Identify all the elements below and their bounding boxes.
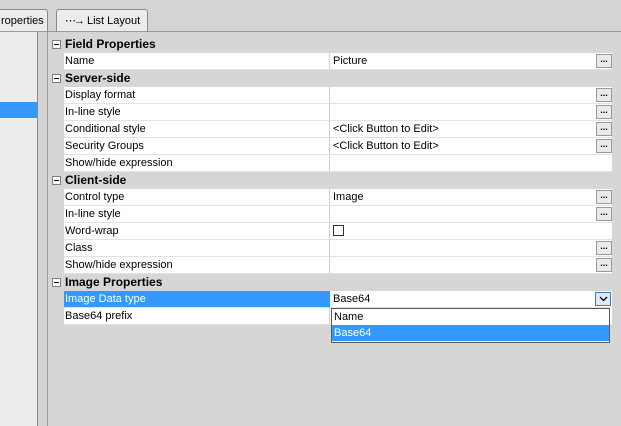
ellipsis-button[interactable]: ... bbox=[596, 258, 612, 272]
chevron-down-icon bbox=[599, 296, 607, 302]
prop-name: Conditional style bbox=[64, 121, 330, 138]
collapse-icon[interactable] bbox=[51, 40, 61, 49]
collapse-icon[interactable] bbox=[51, 74, 61, 83]
prop-row-word-wrap[interactable]: Word-wrap bbox=[48, 223, 612, 240]
category-field-properties[interactable]: Field Properties bbox=[48, 36, 612, 53]
prop-value-showhide[interactable]: ... bbox=[330, 257, 612, 274]
tab-properties-label: roperties bbox=[1, 15, 44, 27]
prop-name: In-line style bbox=[64, 104, 330, 121]
prop-row-control-type[interactable]: Control type Image ... bbox=[48, 189, 612, 206]
prop-name: Class bbox=[64, 240, 330, 257]
image-data-type-dropdown-list[interactable]: Name Base64 bbox=[331, 308, 610, 343]
prop-value-security-groups[interactable]: <Click Button to Edit> ... bbox=[330, 138, 612, 155]
prop-row-class[interactable]: Class ... bbox=[48, 240, 612, 257]
category-label: Server-side bbox=[65, 71, 131, 85]
prop-name: Show/hide expression bbox=[64, 155, 330, 172]
prop-row-inline-style-server[interactable]: In-line style ... bbox=[48, 104, 612, 121]
prop-name: Base64 prefix bbox=[64, 308, 330, 325]
prop-value-showhide[interactable] bbox=[330, 155, 612, 172]
left-tree-selected-item[interactable] bbox=[0, 102, 37, 118]
word-wrap-checkbox[interactable] bbox=[333, 225, 344, 236]
prop-value-display-format[interactable]: ... bbox=[330, 87, 612, 104]
ellipsis-button[interactable]: ... bbox=[596, 207, 612, 221]
ellipsis-button[interactable]: ... bbox=[596, 190, 612, 204]
tab-strip-divider bbox=[0, 31, 621, 32]
prop-name: Image Data type bbox=[64, 291, 330, 308]
category-server-side[interactable]: Server-side bbox=[48, 70, 612, 87]
prop-name: Name bbox=[64, 53, 330, 70]
prop-value-class[interactable]: ... bbox=[330, 240, 612, 257]
image-data-type-select[interactable]: Base64 bbox=[330, 291, 612, 308]
tab-strip: roperties ⋯→ List Layout bbox=[0, 0, 621, 34]
tab-properties[interactable]: roperties bbox=[0, 9, 48, 31]
tab-list-layout-label: List Layout bbox=[87, 15, 141, 27]
prop-name: Security Groups bbox=[64, 138, 330, 155]
prop-name: Display format bbox=[64, 87, 330, 104]
property-grid: Field Properties Name Picture ... Server… bbox=[48, 36, 612, 325]
prop-name: In-line style bbox=[64, 206, 330, 223]
prop-value-text: Image bbox=[333, 191, 364, 203]
prop-value-name[interactable]: Picture ... bbox=[330, 53, 612, 70]
prop-row-security-groups[interactable]: Security Groups <Click Button to Edit> .… bbox=[48, 138, 612, 155]
ellipsis-button[interactable]: ... bbox=[596, 88, 612, 102]
prop-row-showhide-client[interactable]: Show/hide expression ... bbox=[48, 257, 612, 274]
prop-value-text: <Click Button to Edit> bbox=[333, 123, 439, 135]
prop-row-image-data-type[interactable]: Image Data type Base64 bbox=[48, 291, 612, 308]
category-label: Field Properties bbox=[65, 37, 156, 51]
prop-name: Control type bbox=[64, 189, 330, 206]
prop-value-word-wrap[interactable] bbox=[330, 223, 612, 240]
pane-splitter[interactable] bbox=[38, 32, 48, 426]
ellipsis-button[interactable]: ... bbox=[596, 122, 612, 136]
prop-row-display-format[interactable]: Display format ... bbox=[48, 87, 612, 104]
right-border bbox=[612, 32, 621, 426]
prop-name: Show/hide expression bbox=[64, 257, 330, 274]
prop-value-inline-style[interactable]: ... bbox=[330, 206, 612, 223]
prop-value-conditional-style[interactable]: <Click Button to Edit> ... bbox=[330, 121, 612, 138]
category-label: Client-side bbox=[65, 173, 127, 187]
collapse-icon[interactable] bbox=[51, 176, 61, 185]
prop-name: Word-wrap bbox=[64, 223, 330, 240]
prop-row-inline-style-client[interactable]: In-line style ... bbox=[48, 206, 612, 223]
ellipsis-button[interactable]: ... bbox=[596, 54, 612, 68]
tab-list-layout[interactable]: ⋯→ List Layout bbox=[56, 9, 148, 31]
category-label: Image Properties bbox=[65, 275, 163, 289]
dropdown-button[interactable] bbox=[595, 292, 611, 306]
category-client-side[interactable]: Client-side bbox=[48, 172, 612, 189]
collapse-icon[interactable] bbox=[51, 278, 61, 287]
prop-row-showhide-server[interactable]: Show/hide expression bbox=[48, 155, 612, 172]
prop-value-text: <Click Button to Edit> bbox=[333, 140, 439, 152]
prop-value-control-type[interactable]: Image ... bbox=[330, 189, 612, 206]
dropdown-option-name[interactable]: Name bbox=[332, 309, 609, 325]
prop-value-inline-style[interactable]: ... bbox=[330, 104, 612, 121]
prop-row-conditional-style[interactable]: Conditional style <Click Button to Edit>… bbox=[48, 121, 612, 138]
dropdown-option-base64[interactable]: Base64 bbox=[332, 325, 609, 341]
left-tree-pane[interactable] bbox=[0, 32, 38, 426]
ellipsis-button[interactable]: ... bbox=[596, 105, 612, 119]
ellipsis-button[interactable]: ... bbox=[596, 139, 612, 153]
ellipsis-button[interactable]: ... bbox=[596, 241, 612, 255]
prop-value-text: Base64 bbox=[333, 293, 371, 305]
category-image-properties[interactable]: Image Properties bbox=[48, 274, 612, 291]
prop-row-name[interactable]: Name Picture ... bbox=[48, 53, 612, 70]
list-layout-icon: ⋯→ bbox=[65, 15, 85, 27]
prop-value-text: Picture bbox=[333, 55, 368, 67]
